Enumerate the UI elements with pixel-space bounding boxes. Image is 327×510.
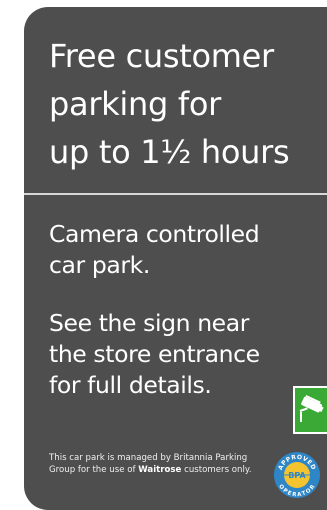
cctv-camera-icon: [293, 386, 327, 434]
camera-notice-line: Camera controlled: [49, 220, 260, 248]
headline-line: up to 1½ hours: [49, 133, 290, 171]
headline-line: parking for: [49, 85, 221, 123]
details-notice-line: for full details.: [49, 371, 212, 399]
management-notice: This car park is managed by Britannia Pa…: [49, 453, 259, 476]
logo-center-text: BPA: [288, 471, 306, 480]
camera-notice: Camera controlled car park.: [49, 219, 319, 281]
divider: [24, 193, 327, 195]
headline: Free customer parking for up to 1½ hours: [49, 32, 319, 176]
management-notice-end: customers only.: [181, 464, 252, 475]
brand-name: Waitrose: [138, 464, 182, 475]
headline-line: Free customer: [49, 37, 274, 75]
details-notice: See the sign near the store entrance for…: [49, 308, 319, 401]
details-notice-line: the store entrance: [49, 340, 260, 368]
parking-sign: Free customer parking for up to 1½ hours…: [24, 7, 327, 510]
bpa-approved-operator-logo: APPROVED BPA OPERATOR: [273, 451, 321, 499]
camera-notice-line: car park.: [49, 251, 150, 279]
details-notice-line: See the sign near: [49, 309, 250, 337]
